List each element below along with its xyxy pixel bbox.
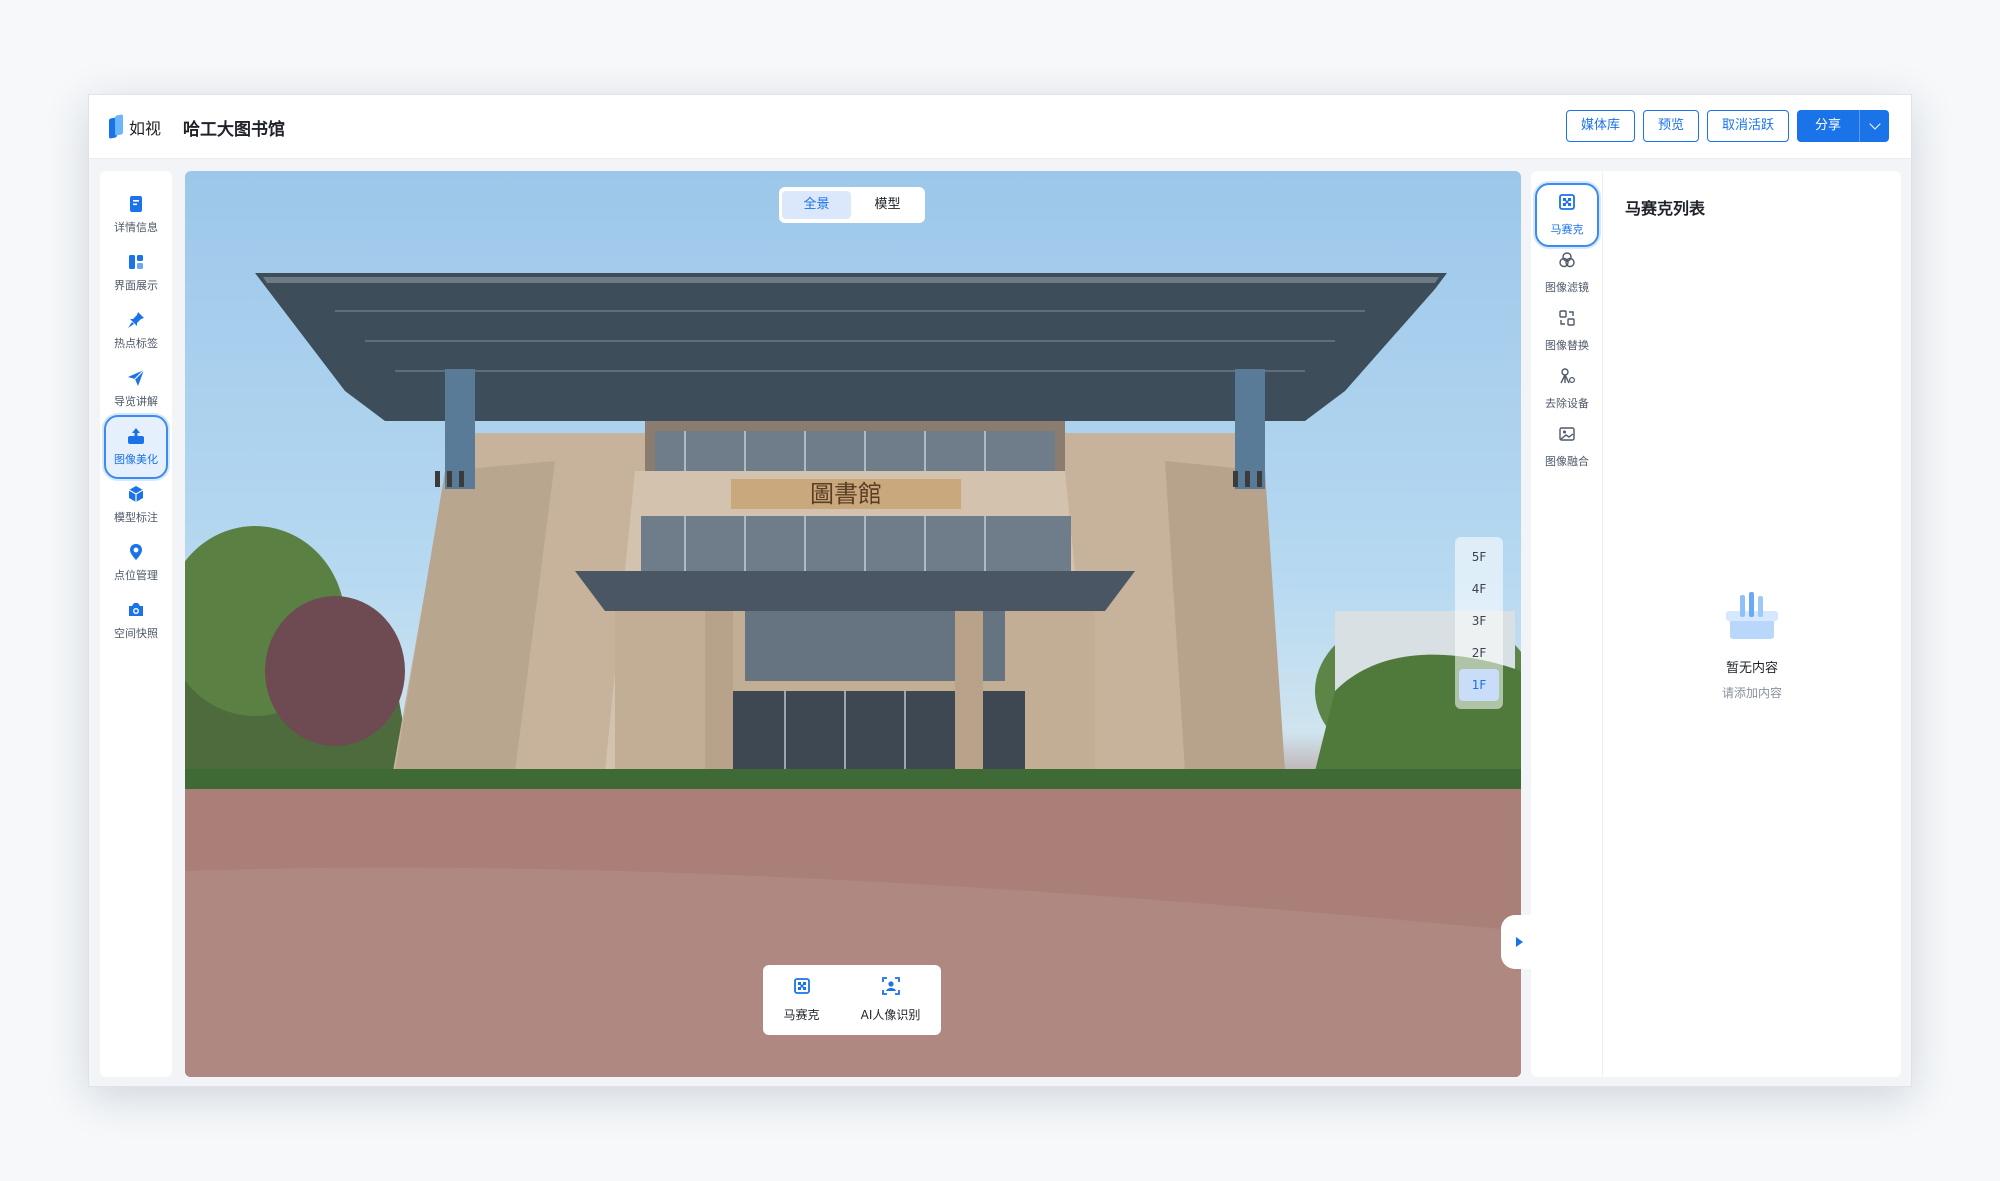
filter-icon <box>1558 251 1576 273</box>
subnav-label: 图像融合 <box>1545 455 1589 468</box>
face-scan-icon <box>881 977 900 999</box>
caret-right-icon <box>1515 937 1523 947</box>
location-icon <box>127 543 145 561</box>
share-split-button: 分享 <box>1796 110 1889 142</box>
camera-icon <box>127 601 145 619</box>
mosaic-icon <box>793 977 811 999</box>
floor-1f[interactable]: 1F <box>1459 669 1499 701</box>
sidebar-item-hotspot[interactable]: 热点标签 <box>104 299 168 363</box>
sidebar-item-layout[interactable]: 界面展示 <box>104 241 168 305</box>
subnav-filter[interactable]: 图像滤镜 <box>1535 241 1599 305</box>
subnav-label: 图像替换 <box>1545 339 1589 352</box>
mosaic-list-title: 马赛克列表 <box>1625 199 1706 218</box>
library-sign: 圖書館 <box>810 480 882 508</box>
sidebar-item-image-enhance[interactable]: 图像美化 <box>104 415 168 479</box>
view-mode-switch: 全景 模型 <box>779 187 925 223</box>
sidebar-item-label: 详情信息 <box>114 221 158 234</box>
subnav-label: 图像滤镜 <box>1545 281 1589 294</box>
share-button[interactable]: 分享 <box>1796 110 1859 142</box>
header-actions: 媒体库 预览 取消活跃 分享 <box>1565 110 1889 142</box>
cube-icon <box>127 485 145 503</box>
panorama-viewer[interactable]: 圖書館 全景 模型 5F 4F 3F 2F 1F 马赛克 AI人像识别 <box>185 171 1521 1077</box>
sidebar-item-label: 点位管理 <box>114 569 158 582</box>
image-enhance-subnav: 马赛克 图像滤镜 图像替换 去除设备 图像融合 <box>1531 171 1603 1077</box>
media-library-button[interactable]: 媒体库 <box>1565 110 1635 142</box>
floor-3f[interactable]: 3F <box>1459 605 1499 637</box>
empty-state: 暂无内容 请添加内容 <box>1603 591 1901 701</box>
subnav-replace[interactable]: 图像替换 <box>1535 299 1599 363</box>
sidebar-item-label: 热点标签 <box>114 337 158 350</box>
top-bar: 如视 哈工大图书馆 媒体库 预览 取消活跃 分享 <box>89 95 1911 159</box>
tab-model[interactable]: 模型 <box>853 191 922 219</box>
project-title: 哈工大图书馆 <box>183 120 285 140</box>
subnav-merge[interactable]: 图像融合 <box>1535 415 1599 479</box>
panel-collapse-toggle[interactable] <box>1501 915 1531 969</box>
mosaic-icon <box>1558 193 1576 215</box>
empty-hint: 请添加内容 <box>1721 686 1782 700</box>
logo[interactable]: 如视 <box>109 115 161 139</box>
sidebar-item-points[interactable]: 点位管理 <box>104 531 168 595</box>
image-upload-icon <box>127 427 145 445</box>
sidebar-item-label: 导览讲解 <box>114 395 158 408</box>
logo-icon <box>109 115 123 139</box>
subnav-remove-device[interactable]: 去除设备 <box>1535 357 1599 421</box>
sidebar-item-label: 模型标注 <box>114 511 158 524</box>
floor-4f[interactable]: 4F <box>1459 573 1499 605</box>
subnav-label: 马赛克 <box>1550 223 1584 236</box>
image-tool-bar: 马赛克 AI人像识别 <box>763 965 941 1035</box>
replace-icon <box>1558 309 1576 331</box>
tool-label: AI人像识别 <box>860 1008 921 1022</box>
mosaic-tool-button[interactable]: 马赛克 <box>784 977 820 1023</box>
tool-label: 马赛克 <box>783 1008 820 1022</box>
subnav-mosaic[interactable]: 马赛克 <box>1535 183 1599 247</box>
logo-text: 如视 <box>129 119 162 138</box>
sidebar-item-label: 图像美化 <box>114 453 158 466</box>
share-dropdown-toggle[interactable] <box>1859 110 1889 142</box>
right-panel: 马赛克 图像滤镜 图像替换 去除设备 图像融合 马赛克列表 暂无内容 请添加内容 <box>1531 171 1901 1077</box>
sidebar-item-model-annotate[interactable]: 模型标注 <box>104 473 168 537</box>
empty-title: 暂无内容 <box>1725 661 1778 676</box>
sidebar-item-label: 界面展示 <box>114 279 158 292</box>
chevron-down-icon <box>1868 118 1881 130</box>
pin-icon <box>127 311 145 329</box>
layout-icon <box>127 253 145 271</box>
tripod-remove-icon <box>1558 367 1576 389</box>
sidebar-item-details[interactable]: 详情信息 <box>104 183 168 247</box>
sidebar-item-label: 空间快照 <box>114 627 158 640</box>
floor-2f[interactable]: 2F <box>1459 637 1499 669</box>
floor-selector: 5F 4F 3F 2F 1F <box>1455 537 1503 709</box>
sidebar-item-tour[interactable]: 导览讲解 <box>104 357 168 421</box>
deactivate-button[interactable]: 取消活跃 <box>1706 110 1789 142</box>
subnav-label: 去除设备 <box>1545 397 1589 410</box>
document-icon <box>127 195 145 213</box>
floor-5f[interactable]: 5F <box>1459 541 1499 573</box>
library-building-image: 圖書館 <box>185 273 1521 1077</box>
sidebar-item-snapshot[interactable]: 空间快照 <box>104 589 168 653</box>
paper-plane-icon <box>127 369 145 387</box>
preview-button[interactable]: 预览 <box>1642 110 1699 142</box>
app-window: 如视 哈工大图书馆 媒体库 预览 取消活跃 分享 详情信息 界面展示 热点标签 <box>88 94 1912 1087</box>
merge-icon <box>1558 425 1576 447</box>
left-sidebar: 详情信息 界面展示 热点标签 导览讲解 图像美化 模型标注 点位管理 空间快照 <box>100 171 172 1077</box>
ai-portrait-tool-button[interactable]: AI人像识别 <box>860 977 921 1023</box>
tab-panorama[interactable]: 全景 <box>782 191 851 219</box>
empty-box-icon <box>1722 591 1782 647</box>
